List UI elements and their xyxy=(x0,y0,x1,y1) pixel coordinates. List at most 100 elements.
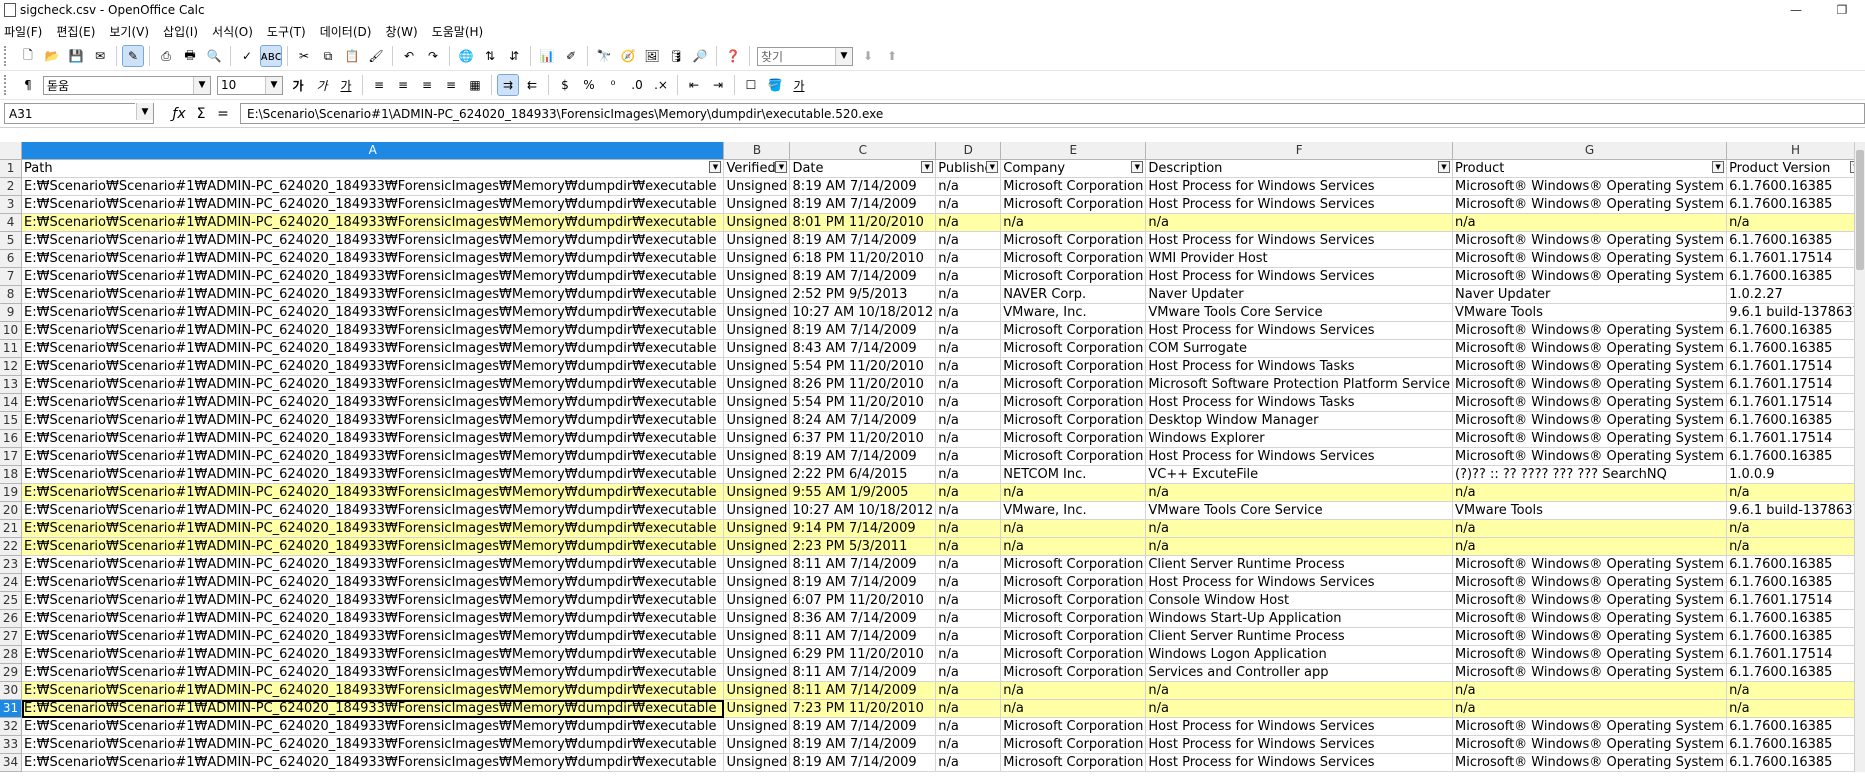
cell-d[interactable]: 8:11 AM 7/14/2009 xyxy=(789,627,937,646)
cell-ver[interactable]: 6.1.7600.16385 xyxy=(1726,231,1865,250)
cell-path[interactable]: E:₩Scenario₩Scenario#1₩ADMIN-PC_624020_1… xyxy=(21,573,725,592)
bold-icon[interactable]: 가 xyxy=(288,75,308,95)
text-direction-ltr-icon[interactable]: ⇉ xyxy=(497,74,519,96)
cell-path[interactable]: E:₩Scenario₩Scenario#1₩ADMIN-PC_624020_1… xyxy=(21,177,725,196)
cell-c[interactable]: Microsoft Corporation xyxy=(1000,267,1147,286)
cell-ver[interactable]: 6.1.7601.17514 xyxy=(1726,249,1865,268)
cell-p[interactable]: n/a xyxy=(935,483,1002,502)
column-header-b[interactable]: B xyxy=(723,142,791,160)
font-size-select[interactable]: 10 ▼ xyxy=(217,75,283,95)
cell-d[interactable]: 6:29 PM 11/20/2010 xyxy=(789,645,937,664)
cell-c[interactable]: n/a xyxy=(1000,213,1147,232)
cell-ver[interactable]: 6.1.7601.17514 xyxy=(1726,429,1865,448)
header-product[interactable]: Product ▼ xyxy=(1452,159,1728,178)
cell-desc[interactable]: VMware Tools Core Service xyxy=(1145,303,1453,322)
cell-c[interactable]: Microsoft Corporation xyxy=(1000,753,1147,772)
cell-desc[interactable]: n/a xyxy=(1145,699,1453,718)
cell-v[interactable]: Unsigned xyxy=(723,411,791,430)
cell-c[interactable]: Microsoft Corporation xyxy=(1000,195,1147,214)
cell-v[interactable]: Unsigned xyxy=(723,717,791,736)
cell-p[interactable]: n/a xyxy=(935,645,1002,664)
cell-v[interactable]: Unsigned xyxy=(723,537,791,556)
cell-path[interactable]: E:₩Scenario₩Scenario#1₩ADMIN-PC_624020_1… xyxy=(21,231,725,250)
row-number[interactable]: 34 xyxy=(0,753,23,772)
text-direction-rtl-icon[interactable]: ⇇ xyxy=(522,75,542,95)
cell-v[interactable]: Unsigned xyxy=(723,465,791,484)
cell-prod[interactable]: Microsoft® Windows® Operating System xyxy=(1452,177,1728,196)
cell-v[interactable]: Unsigned xyxy=(723,645,791,664)
row-number[interactable]: 25 xyxy=(0,591,23,610)
cell-v[interactable]: Unsigned xyxy=(723,393,791,412)
underline-icon[interactable]: 가 xyxy=(336,75,356,95)
autofilter-icon[interactable]: ▼ xyxy=(1438,161,1450,173)
cell-d[interactable]: 8:19 AM 7/14/2009 xyxy=(789,195,937,214)
cell-v[interactable]: Unsigned xyxy=(723,555,791,574)
cell-c[interactable]: Microsoft Corporation xyxy=(1000,249,1147,268)
cell-ver[interactable]: 6.1.7600.16385 xyxy=(1726,339,1865,358)
cell-p[interactable]: n/a xyxy=(935,501,1002,520)
cell-desc[interactable]: Host Process for Windows Services xyxy=(1145,735,1453,754)
cell-p[interactable]: n/a xyxy=(935,213,1002,232)
cell-c[interactable]: Microsoft Corporation xyxy=(1000,321,1147,340)
cell-c[interactable]: NETCOM Inc. xyxy=(1000,465,1147,484)
cell-ver[interactable]: 6.1.7601.17514 xyxy=(1726,393,1865,412)
cell-p[interactable]: n/a xyxy=(935,447,1002,466)
menu-view[interactable]: 보기(V) xyxy=(109,23,149,40)
cell-path[interactable]: E:₩Scenario₩Scenario#1₩ADMIN-PC_624020_1… xyxy=(21,699,725,718)
header-date[interactable]: Date ▼ xyxy=(789,159,937,178)
cell-v[interactable]: Unsigned xyxy=(723,501,791,520)
cell-c[interactable]: Microsoft Corporation xyxy=(1000,555,1147,574)
cell-ver[interactable]: 1.0.2.27 xyxy=(1726,285,1865,304)
cell-c[interactable]: Microsoft Corporation xyxy=(1000,231,1147,250)
cell-path[interactable]: E:₩Scenario₩Scenario#1₩ADMIN-PC_624020_1… xyxy=(21,627,725,646)
cell-ver[interactable]: 9.6.1 build-1378637 xyxy=(1726,501,1865,520)
cell-c[interactable]: Microsoft Corporation xyxy=(1000,357,1147,376)
cell-ver[interactable]: 6.1.7600.16385 xyxy=(1726,555,1865,574)
font-color-icon[interactable]: 가 xyxy=(789,75,809,95)
cell-p[interactable]: n/a xyxy=(935,609,1002,628)
cell-desc[interactable]: Windows Logon Application xyxy=(1145,645,1453,664)
row-number[interactable]: 32 xyxy=(0,717,23,736)
cell-ver[interactable]: n/a xyxy=(1726,213,1865,232)
cell-prod[interactable]: VMware Tools xyxy=(1452,501,1728,520)
increase-indent-icon[interactable]: ⇥ xyxy=(708,75,728,95)
cell-v[interactable]: Unsigned xyxy=(723,483,791,502)
column-header-f[interactable]: F xyxy=(1145,142,1453,160)
cell-path[interactable]: E:₩Scenario₩Scenario#1₩ADMIN-PC_624020_1… xyxy=(21,339,725,358)
cell-path[interactable]: E:₩Scenario₩Scenario#1₩ADMIN-PC_624020_1… xyxy=(21,609,725,628)
cell-v[interactable]: Unsigned xyxy=(723,267,791,286)
column-header-a[interactable]: A xyxy=(21,142,725,160)
row-number[interactable]: 23 xyxy=(0,555,23,574)
cell-desc[interactable]: Windows Start-Up Application xyxy=(1145,609,1453,628)
menu-help[interactable]: 도움말(H) xyxy=(432,23,484,40)
cell-d[interactable]: 7:23 PM 11/20/2010 xyxy=(789,699,937,718)
row-number[interactable]: 3 xyxy=(0,195,23,214)
cell-v[interactable]: Unsigned xyxy=(723,735,791,754)
cell-desc[interactable]: VMware Tools Core Service xyxy=(1145,501,1453,520)
cell-d[interactable]: 10:27 AM 10/18/2012 xyxy=(789,303,937,322)
cell-d[interactable]: 8:01 PM 11/20/2010 xyxy=(789,213,937,232)
header-path[interactable]: Path ▼ xyxy=(21,159,725,178)
cell-prod[interactable]: Microsoft® Windows® Operating System xyxy=(1452,447,1728,466)
row-number[interactable]: 1 xyxy=(0,159,23,178)
cell-prod[interactable]: Microsoft® Windows® Operating System xyxy=(1452,591,1728,610)
cell-ver[interactable]: 6.1.7600.16385 xyxy=(1726,177,1865,196)
row-number[interactable]: 20 xyxy=(0,501,23,520)
cell-d[interactable]: 10:27 AM 10/18/2012 xyxy=(789,501,937,520)
undo-icon[interactable]: ↶ xyxy=(399,46,419,66)
column-header-g[interactable]: G xyxy=(1452,142,1728,160)
cell-v[interactable]: Unsigned xyxy=(723,177,791,196)
cell-ver[interactable]: 6.1.7601.17514 xyxy=(1726,591,1865,610)
paste-icon[interactable]: 📋 xyxy=(342,46,362,66)
percent-format-icon[interactable]: % xyxy=(579,75,599,95)
cell-c[interactable]: Microsoft Corporation xyxy=(1000,735,1147,754)
cell-prod[interactable]: Microsoft® Windows® Operating System xyxy=(1452,321,1728,340)
styles-formatting-icon[interactable]: ¶ xyxy=(18,75,38,95)
cell-p[interactable]: n/a xyxy=(935,627,1002,646)
column-header-d[interactable]: D xyxy=(935,142,1002,160)
cell-p[interactable]: n/a xyxy=(935,177,1002,196)
cell-path[interactable]: E:₩Scenario₩Scenario#1₩ADMIN-PC_624020_1… xyxy=(21,267,725,286)
cell-v[interactable]: Unsigned xyxy=(723,357,791,376)
currency-format-icon[interactable]: $ xyxy=(555,75,575,95)
scrollbar-thumb[interactable] xyxy=(1856,150,1864,270)
